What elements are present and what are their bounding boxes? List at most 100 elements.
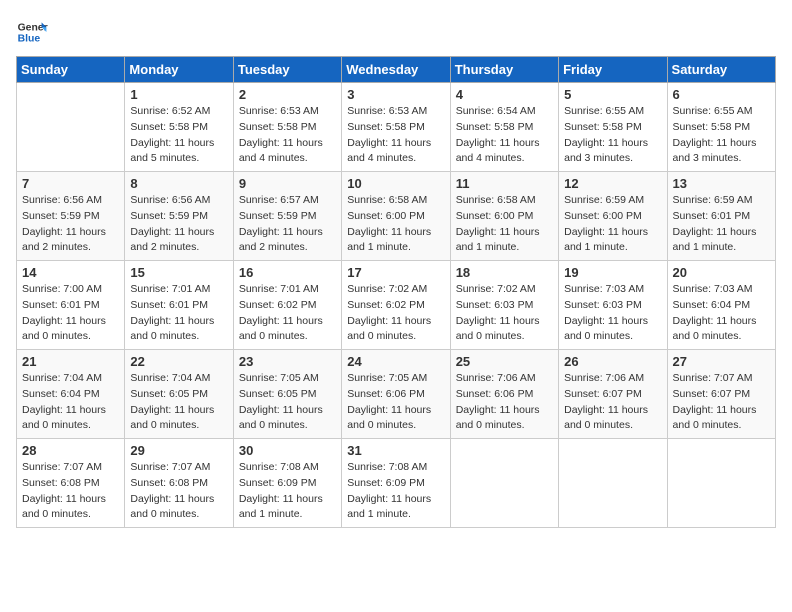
day-info: Sunrise: 7:03 AMSunset: 6:04 PMDaylight:…	[673, 282, 770, 345]
day-info: Sunrise: 6:57 AMSunset: 5:59 PMDaylight:…	[239, 193, 336, 256]
header-cell-tuesday: Tuesday	[233, 57, 341, 83]
day-info: Sunrise: 6:56 AMSunset: 5:59 PMDaylight:…	[130, 193, 227, 256]
day-info: Sunrise: 6:56 AMSunset: 5:59 PMDaylight:…	[22, 193, 119, 256]
day-cell: 21 Sunrise: 7:04 AMSunset: 6:04 PMDayligh…	[17, 350, 125, 439]
day-number: 9	[239, 176, 336, 191]
day-cell	[17, 83, 125, 172]
day-info: Sunrise: 6:58 AMSunset: 6:00 PMDaylight:…	[347, 193, 444, 256]
day-info: Sunrise: 7:03 AMSunset: 6:03 PMDaylight:…	[564, 282, 661, 345]
day-number: 8	[130, 176, 227, 191]
header-cell-wednesday: Wednesday	[342, 57, 450, 83]
logo: General Blue	[16, 16, 48, 48]
logo-icon: General Blue	[16, 16, 48, 48]
week-row-2: 7 Sunrise: 6:56 AMSunset: 5:59 PMDaylight…	[17, 172, 776, 261]
header-cell-saturday: Saturday	[667, 57, 775, 83]
day-number: 22	[130, 354, 227, 369]
day-cell	[667, 439, 775, 528]
day-number: 17	[347, 265, 444, 280]
day-cell: 22 Sunrise: 7:04 AMSunset: 6:05 PMDayligh…	[125, 350, 233, 439]
day-cell: 16 Sunrise: 7:01 AMSunset: 6:02 PMDayligh…	[233, 261, 341, 350]
day-cell: 8 Sunrise: 6:56 AMSunset: 5:59 PMDaylight…	[125, 172, 233, 261]
day-number: 11	[456, 176, 553, 191]
day-cell: 20 Sunrise: 7:03 AMSunset: 6:04 PMDayligh…	[667, 261, 775, 350]
svg-text:Blue: Blue	[18, 34, 41, 45]
day-info: Sunrise: 7:05 AMSunset: 6:06 PMDaylight:…	[347, 371, 444, 434]
day-info: Sunrise: 6:59 AMSunset: 6:01 PMDaylight:…	[673, 193, 770, 256]
day-cell: 9 Sunrise: 6:57 AMSunset: 5:59 PMDaylight…	[233, 172, 341, 261]
day-info: Sunrise: 6:55 AMSunset: 5:58 PMDaylight:…	[564, 104, 661, 167]
day-info: Sunrise: 7:07 AMSunset: 6:08 PMDaylight:…	[130, 460, 227, 523]
header-cell-sunday: Sunday	[17, 57, 125, 83]
day-cell	[450, 439, 558, 528]
day-info: Sunrise: 7:02 AMSunset: 6:03 PMDaylight:…	[456, 282, 553, 345]
header-cell-thursday: Thursday	[450, 57, 558, 83]
day-info: Sunrise: 6:55 AMSunset: 5:58 PMDaylight:…	[673, 104, 770, 167]
week-row-3: 14 Sunrise: 7:00 AMSunset: 6:01 PMDayligh…	[17, 261, 776, 350]
day-info: Sunrise: 7:07 AMSunset: 6:08 PMDaylight:…	[22, 460, 119, 523]
day-number: 15	[130, 265, 227, 280]
day-number: 25	[456, 354, 553, 369]
header-cell-monday: Monday	[125, 57, 233, 83]
day-number: 20	[673, 265, 770, 280]
day-number: 28	[22, 443, 119, 458]
day-cell: 27Sunrise: 7:07 AMSunset: 6:07 PMDayligh…	[667, 350, 775, 439]
day-info: Sunrise: 7:08 AMSunset: 6:09 PMDaylight:…	[239, 460, 336, 523]
day-cell: 10 Sunrise: 6:58 AMSunset: 6:00 PMDayligh…	[342, 172, 450, 261]
day-cell: 3Sunrise: 6:53 AMSunset: 5:58 PMDaylight…	[342, 83, 450, 172]
day-number: 12	[564, 176, 661, 191]
day-cell: 4 Sunrise: 6:54 AMSunset: 5:58 PMDaylight…	[450, 83, 558, 172]
day-number: 29	[130, 443, 227, 458]
day-cell: 5 Sunrise: 6:55 AMSunset: 5:58 PMDaylight…	[559, 83, 667, 172]
day-info: Sunrise: 7:06 AMSunset: 6:06 PMDaylight:…	[456, 371, 553, 434]
day-info: Sunrise: 7:00 AMSunset: 6:01 PMDaylight:…	[22, 282, 119, 345]
day-number: 1	[130, 87, 227, 102]
day-info: Sunrise: 6:54 AMSunset: 5:58 PMDaylight:…	[456, 104, 553, 167]
day-cell: 14 Sunrise: 7:00 AMSunset: 6:01 PMDayligh…	[17, 261, 125, 350]
day-info: Sunrise: 7:01 AMSunset: 6:01 PMDaylight:…	[130, 282, 227, 345]
day-number: 3	[347, 87, 444, 102]
day-cell: 30 Sunrise: 7:08 AMSunset: 6:09 PMDayligh…	[233, 439, 341, 528]
week-row-5: 28 Sunrise: 7:07 AMSunset: 6:08 PMDayligh…	[17, 439, 776, 528]
day-info: Sunrise: 6:58 AMSunset: 6:00 PMDaylight:…	[456, 193, 553, 256]
day-cell: 23Sunrise: 7:05 AMSunset: 6:05 PMDayligh…	[233, 350, 341, 439]
day-cell: 25 Sunrise: 7:06 AMSunset: 6:06 PMDayligh…	[450, 350, 558, 439]
day-cell: 15 Sunrise: 7:01 AMSunset: 6:01 PMDayligh…	[125, 261, 233, 350]
day-cell: 19Sunrise: 7:03 AMSunset: 6:03 PMDayligh…	[559, 261, 667, 350]
day-number: 26	[564, 354, 661, 369]
calendar-table: SundayMondayTuesdayWednesdayThursdayFrid…	[16, 56, 776, 528]
page-header: General Blue	[16, 16, 776, 48]
day-cell: 24 Sunrise: 7:05 AMSunset: 6:06 PMDayligh…	[342, 350, 450, 439]
day-number: 24	[347, 354, 444, 369]
header-row: SundayMondayTuesdayWednesdayThursdayFrid…	[17, 57, 776, 83]
day-info: Sunrise: 6:53 AMSunset: 5:58 PMDaylight:…	[239, 104, 336, 167]
day-number: 13	[673, 176, 770, 191]
day-cell: 1 Sunrise: 6:52 AMSunset: 5:58 PMDaylight…	[125, 83, 233, 172]
day-cell: 26Sunrise: 7:06 AMSunset: 6:07 PMDayligh…	[559, 350, 667, 439]
day-info: Sunrise: 7:08 AMSunset: 6:09 PMDaylight:…	[347, 460, 444, 523]
day-cell: 7 Sunrise: 6:56 AMSunset: 5:59 PMDaylight…	[17, 172, 125, 261]
day-number: 7	[22, 176, 119, 191]
day-cell: 31 Sunrise: 7:08 AMSunset: 6:09 PMDayligh…	[342, 439, 450, 528]
day-number: 21	[22, 354, 119, 369]
day-cell: 17Sunrise: 7:02 AMSunset: 6:02 PMDayligh…	[342, 261, 450, 350]
day-cell: 18Sunrise: 7:02 AMSunset: 6:03 PMDayligh…	[450, 261, 558, 350]
day-number: 14	[22, 265, 119, 280]
day-number: 30	[239, 443, 336, 458]
day-cell	[559, 439, 667, 528]
day-info: Sunrise: 6:52 AMSunset: 5:58 PMDaylight:…	[130, 104, 227, 167]
day-number: 10	[347, 176, 444, 191]
day-info: Sunrise: 7:04 AMSunset: 6:05 PMDaylight:…	[130, 371, 227, 434]
day-number: 4	[456, 87, 553, 102]
day-info: Sunrise: 7:04 AMSunset: 6:04 PMDaylight:…	[22, 371, 119, 434]
day-cell: 2Sunrise: 6:53 AMSunset: 5:58 PMDaylight…	[233, 83, 341, 172]
day-number: 27	[673, 354, 770, 369]
day-number: 16	[239, 265, 336, 280]
day-cell: 28 Sunrise: 7:07 AMSunset: 6:08 PMDayligh…	[17, 439, 125, 528]
day-cell: 12 Sunrise: 6:59 AMSunset: 6:00 PMDayligh…	[559, 172, 667, 261]
week-row-1: 1 Sunrise: 6:52 AMSunset: 5:58 PMDaylight…	[17, 83, 776, 172]
day-info: Sunrise: 7:01 AMSunset: 6:02 PMDaylight:…	[239, 282, 336, 345]
day-number: 5	[564, 87, 661, 102]
day-number: 23	[239, 354, 336, 369]
day-number: 31	[347, 443, 444, 458]
day-info: Sunrise: 6:59 AMSunset: 6:00 PMDaylight:…	[564, 193, 661, 256]
